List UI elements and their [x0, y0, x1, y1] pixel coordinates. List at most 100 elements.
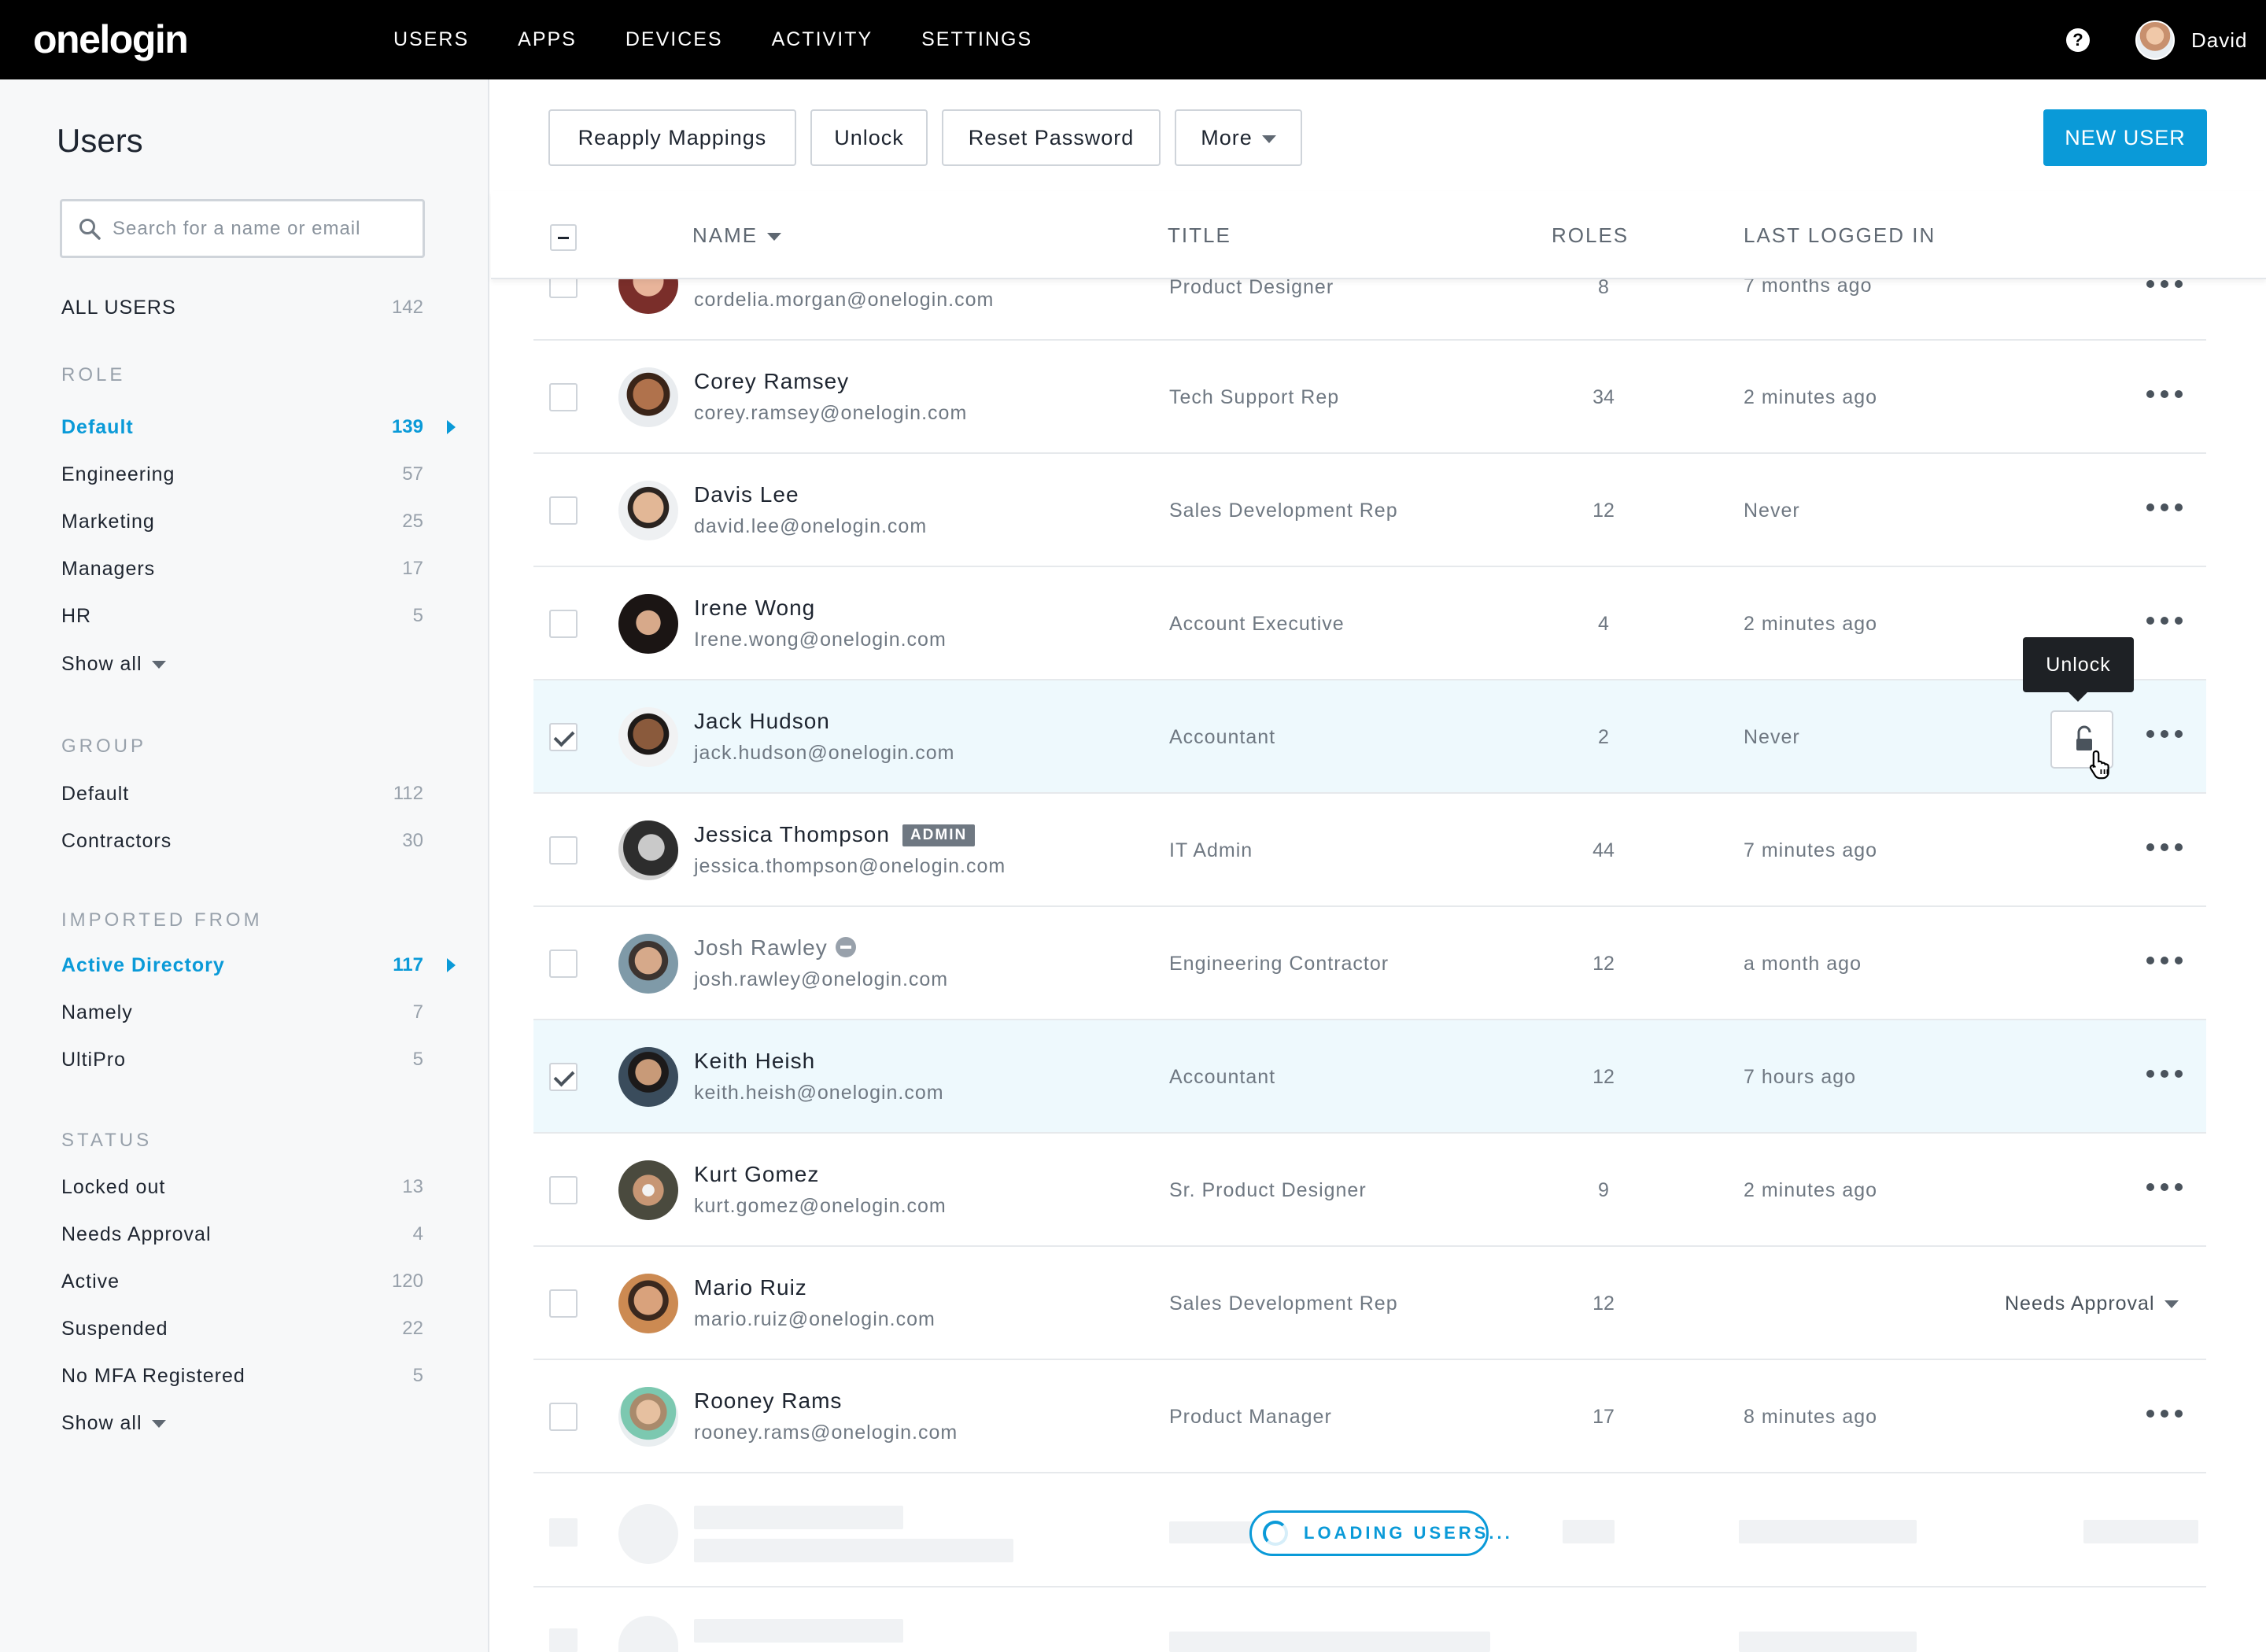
row-checkbox[interactable]: [549, 383, 578, 411]
sidebar-status-needs-approval[interactable]: Needs Approval 4: [61, 1211, 423, 1258]
table-row[interactable]: Keith Heish keith.heish@onelogin.com Acc…: [533, 1020, 2206, 1134]
caret-down-icon: [151, 661, 166, 669]
skeleton-actions: [2083, 1520, 2198, 1543]
row-checkbox[interactable]: [549, 1403, 578, 1431]
sidebar-item-count: 112: [393, 783, 423, 804]
loading-label: LOADING USERS...: [1304, 1523, 1513, 1543]
row-checkbox[interactable]: [549, 610, 578, 638]
table-row[interactable]: Davis Lee david.lee@onelogin.com Sales D…: [533, 454, 2206, 567]
nav-devices[interactable]: DEVICES: [626, 0, 723, 79]
sidebar-imported-active-directory[interactable]: Active Directory 117: [61, 942, 423, 989]
status-show-all[interactable]: Show all: [61, 1407, 166, 1439]
table-header: NAME TITLE ROLES LAST LOGGED IN: [491, 191, 2266, 279]
more-actions-icon[interactable]: [2146, 839, 2183, 855]
sidebar-status-locked-out[interactable]: Locked out 13: [61, 1163, 423, 1211]
last-logged-in-column-header[interactable]: LAST LOGGED IN: [1744, 223, 1936, 248]
user-name[interactable]: David: [2191, 27, 2247, 53]
title-column-header[interactable]: TITLE: [1168, 223, 1231, 248]
caret-down-icon: [2164, 1300, 2179, 1309]
help-icon[interactable]: ?: [2066, 28, 2090, 52]
more-actions-icon[interactable]: [2146, 1406, 2183, 1422]
more-actions-icon[interactable]: [2146, 726, 2183, 742]
sidebar-item-count: 17: [402, 558, 423, 579]
sidebar-item-count: 13: [402, 1176, 423, 1197]
more-button[interactable]: More: [1175, 109, 1302, 166]
status-dropdown[interactable]: Needs Approval: [2005, 1291, 2179, 1316]
sidebar-status-no-mfa[interactable]: No MFA Registered 5: [61, 1352, 423, 1399]
row-checkbox[interactable]: [549, 496, 578, 525]
table-row[interactable]: Josh Rawley josh.rawley@onelogin.com Eng…: [533, 907, 2206, 1020]
onelogin-logo[interactable]: onelogin: [33, 14, 189, 65]
more-actions-icon[interactable]: [2146, 1179, 2183, 1195]
user-name: Jessica Thompson ADMIN: [694, 820, 976, 849]
spinner-icon: [1263, 1521, 1288, 1546]
table-row[interactable]: Jessica Thompson ADMIN jessica.thompson@o…: [533, 794, 2206, 907]
roles-column-header[interactable]: ROLES: [1552, 223, 1629, 248]
sidebar-role-marketing[interactable]: Marketing 25: [61, 498, 423, 545]
user-avatar[interactable]: [2135, 20, 2175, 60]
table-row[interactable]: Kurt Gomez kurt.gomez@onelogin.com Sr. P…: [533, 1134, 2206, 1247]
admin-badge: ADMIN: [902, 824, 976, 846]
skeleton-last-login: [1739, 1520, 1917, 1543]
avatar: [618, 481, 678, 540]
group-heading: GROUP: [61, 736, 147, 757]
user-title: Account Executive: [1169, 613, 1345, 635]
more-actions-icon[interactable]: [2146, 386, 2183, 402]
sidebar-imported-namely[interactable]: Namely 7: [61, 989, 423, 1036]
unlock-button[interactable]: Unlock: [810, 109, 928, 166]
avatar: [618, 1387, 678, 1447]
sidebar-item-label: Needs Approval: [61, 1222, 212, 1245]
user-last-login: 2 minutes ago: [1744, 613, 1878, 635]
row-checkbox[interactable]: [549, 1289, 578, 1318]
table-row[interactable]: Corey Ramsey corey.ramsey@onelogin.com T…: [533, 341, 2206, 454]
more-actions-icon[interactable]: [2146, 613, 2183, 629]
user-email: Irene.wong@onelogin.com: [694, 629, 947, 651]
sidebar-item-label: ALL USERS: [61, 296, 176, 319]
reset-password-button[interactable]: Reset Password: [942, 109, 1161, 166]
sidebar-role-engineering[interactable]: Engineering 57: [61, 451, 423, 498]
sidebar-role-default[interactable]: Default 139: [61, 404, 423, 451]
caret-down-icon: [151, 1420, 166, 1429]
row-checkbox[interactable]: [549, 1063, 578, 1091]
table-row[interactable]: Irene Wong Irene.wong@onelogin.com Accou…: [533, 567, 2206, 680]
user-title: Tech Support Rep: [1169, 386, 1340, 408]
sidebar-role-hr[interactable]: HR 5: [61, 592, 423, 640]
new-user-button[interactable]: NEW USER: [2043, 109, 2207, 166]
table-row[interactable]: Jack Hudson jack.hudson@onelogin.com Acc…: [533, 680, 2206, 794]
sidebar-status-suspended[interactable]: Suspended 22: [61, 1305, 423, 1352]
sidebar-group-default[interactable]: Default 112: [61, 770, 423, 817]
nav-apps[interactable]: APPS: [518, 0, 577, 79]
row-checkbox[interactable]: [549, 723, 578, 751]
name-column-header[interactable]: NAME: [692, 223, 782, 248]
user-roles: 12: [1592, 1066, 1615, 1088]
table-row[interactable]: Rooney Rams rooney.rams@onelogin.com Pro…: [533, 1360, 2206, 1473]
table-row[interactable]: Mario Ruiz mario.ruiz@onelogin.com Sales…: [533, 1247, 2206, 1360]
sidebar-item-label: Contractors: [61, 829, 172, 852]
sidebar-item-count: 57: [402, 463, 423, 485]
nav-activity[interactable]: ACTIVITY: [772, 0, 873, 79]
user-email: cordelia.morgan@onelogin.com: [694, 289, 995, 311]
search-box[interactable]: [60, 199, 425, 258]
search-input[interactable]: [113, 201, 419, 256]
reapply-mappings-button[interactable]: Reapply Mappings: [548, 109, 796, 166]
sidebar-all-users[interactable]: ALL USERS 142: [61, 284, 423, 331]
roles-show-all[interactable]: Show all: [61, 648, 166, 680]
row-checkbox[interactable]: [549, 1176, 578, 1204]
more-actions-icon[interactable]: [2146, 500, 2183, 515]
nav-users[interactable]: USERS: [393, 0, 469, 79]
skeleton-last-login: [1739, 1632, 1917, 1652]
sidebar-group-contractors[interactable]: Contractors 30: [61, 817, 423, 865]
sidebar-role-managers[interactable]: Managers 17: [61, 545, 423, 592]
more-actions-icon[interactable]: [2146, 1066, 2183, 1082]
sidebar-item-count: 25: [402, 511, 423, 532]
row-checkbox[interactable]: [549, 836, 578, 865]
sidebar-imported-ultipro[interactable]: UltiPro 5: [61, 1036, 423, 1083]
more-actions-icon[interactable]: [2146, 953, 2183, 968]
nav-settings[interactable]: SETTINGS: [921, 0, 1032, 79]
sidebar-status-active[interactable]: Active 120: [61, 1258, 423, 1305]
user-roles: 2: [1598, 726, 1609, 748]
user-roles: 12: [1592, 953, 1615, 975]
avatar: [618, 934, 678, 994]
select-all-checkbox[interactable]: [550, 224, 577, 251]
row-checkbox[interactable]: [549, 950, 578, 978]
